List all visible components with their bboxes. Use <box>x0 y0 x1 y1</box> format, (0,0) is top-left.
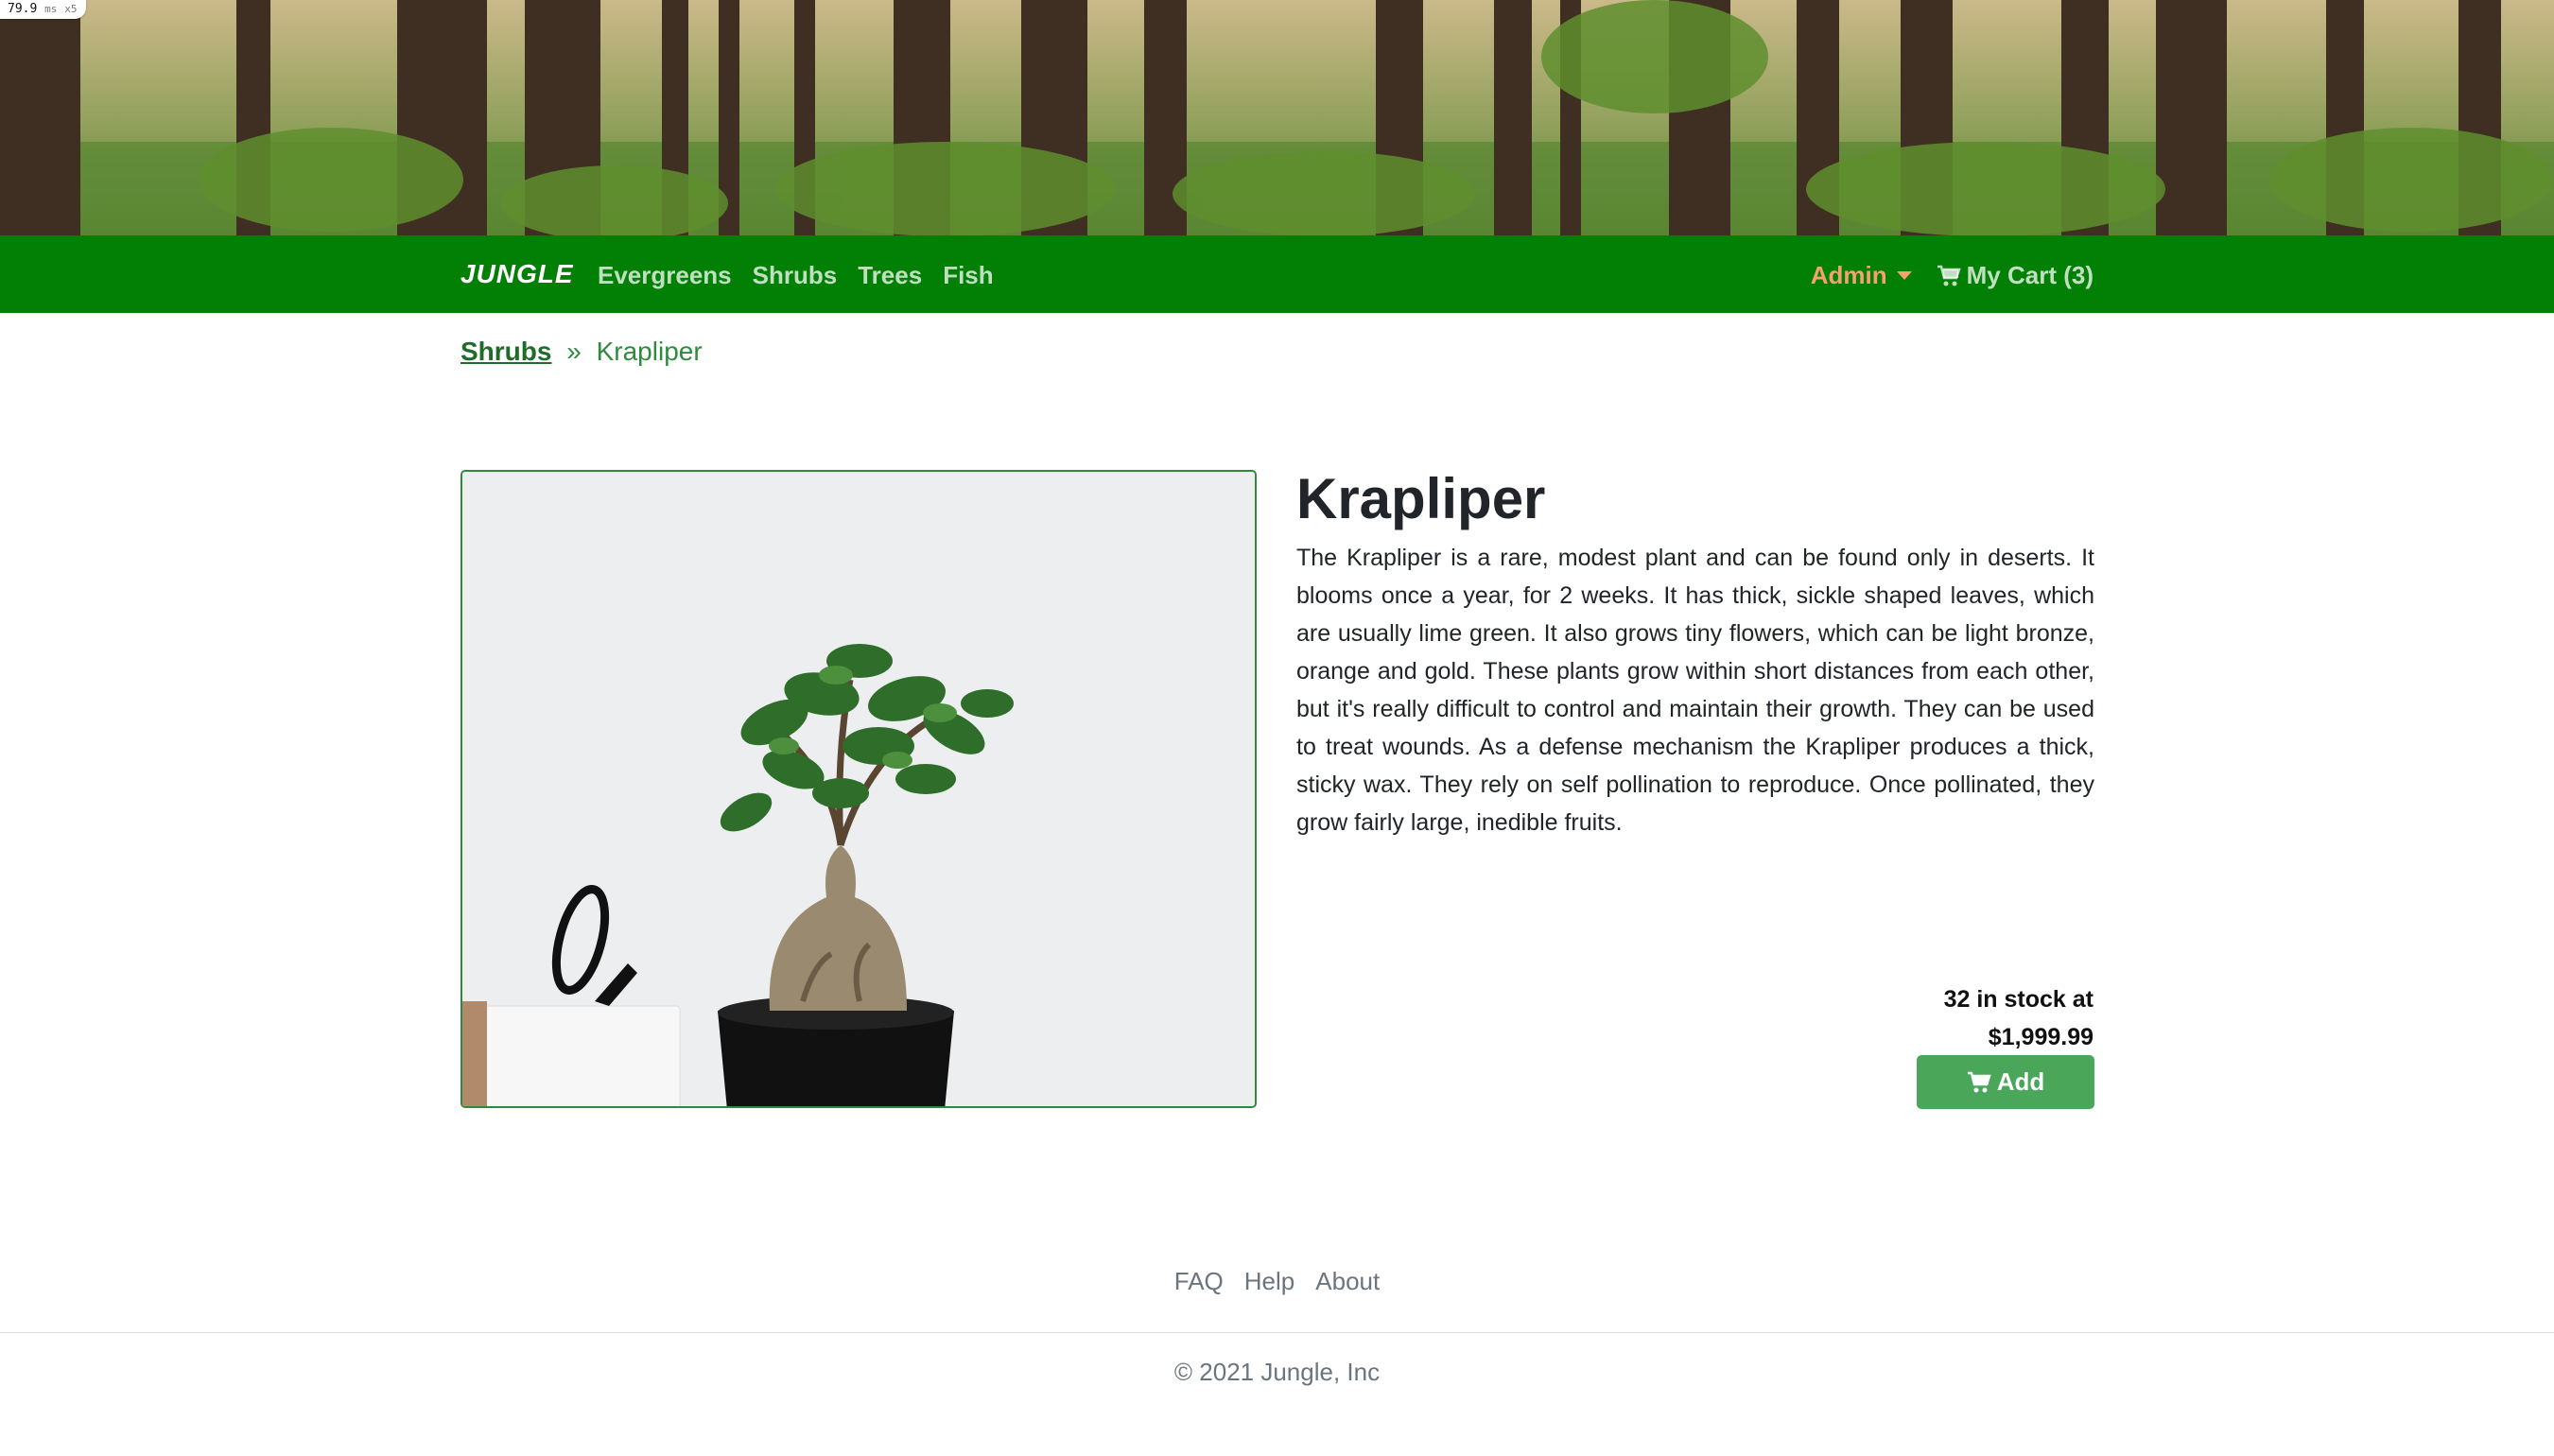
copyright-text: © 2021 Jungle, Inc <box>1173 1358 1381 1386</box>
nav-link-shrubs[interactable]: Shrubs <box>753 261 838 290</box>
performance-badge: 79.9 ms x5 <box>0 0 87 19</box>
perf-value: 79.9 <box>8 2 38 16</box>
admin-dropdown[interactable]: Admin <box>1811 261 1912 290</box>
breadcrumb: Shrubs » Krapliper <box>460 337 703 367</box>
breadcrumb-separator: » <box>566 337 582 366</box>
forest-banner-image <box>0 0 2554 235</box>
nav-links: Evergreens Shrubs Trees Fish <box>598 261 994 290</box>
shopping-cart-icon <box>1937 265 1961 286</box>
perf-suffix: x5 <box>64 3 78 15</box>
admin-label: Admin <box>1810 261 1887 289</box>
stock-and-price: 32 in stock at $1,999.99 <box>1944 980 2094 1056</box>
nav-link-fish[interactable]: Fish <box>943 261 993 290</box>
stock-count: 32 in stock at <box>1943 986 2094 1013</box>
shopping-cart-icon <box>1967 1071 1991 1092</box>
brand-logo[interactable]: JUNGLE <box>460 259 574 289</box>
my-cart-link[interactable]: My Cart (3) <box>1937 261 2094 290</box>
cart-label: My Cart (3) <box>1966 261 2094 289</box>
product-description: The Krapliper is a rare, modest plant an… <box>1296 545 2094 836</box>
footer-link-about[interactable]: About <box>1315 1267 1380 1296</box>
nav-link-evergreens[interactable]: Evergreens <box>598 261 732 290</box>
footer-link-faq[interactable]: FAQ <box>1174 1267 1224 1296</box>
breadcrumb-current: Krapliper <box>596 337 703 366</box>
product-title: Krapliper <box>1296 467 1546 530</box>
breadcrumb-parent-link[interactable]: Shrubs <box>460 337 551 366</box>
add-to-cart-button[interactable]: Add <box>1917 1055 2094 1109</box>
footer-divider <box>0 1332 2554 1333</box>
perf-unit: ms <box>44 3 58 15</box>
footer-links: FAQ Help About <box>0 1267 2554 1296</box>
product-image <box>460 470 1257 1108</box>
footer-link-help[interactable]: Help <box>1244 1267 1294 1296</box>
product-price: $1,999.99 <box>1988 1024 2094 1050</box>
nav-link-trees[interactable]: Trees <box>858 261 922 290</box>
add-button-label: Add <box>1996 1067 2045 1096</box>
caret-down-icon <box>1896 271 1912 280</box>
main-navbar: JUNGLE Evergreens Shrubs Trees Fish Admi… <box>0 235 2554 313</box>
